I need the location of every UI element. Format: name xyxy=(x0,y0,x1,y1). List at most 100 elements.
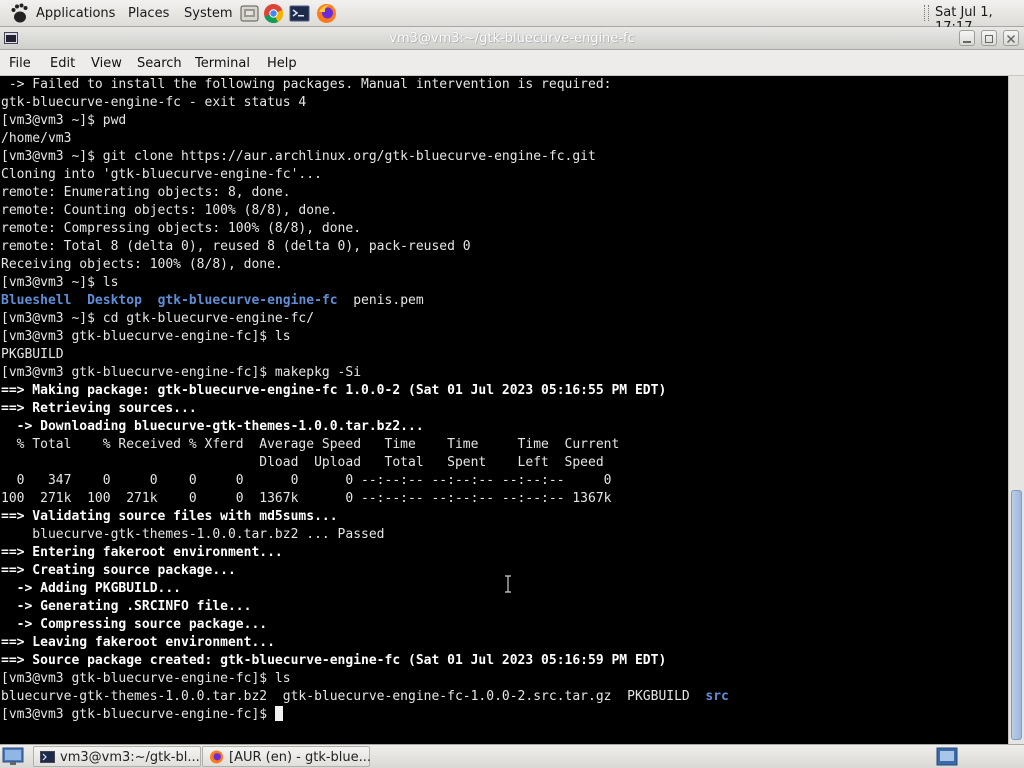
directory-name: gtk-bluecurve-engine-fc xyxy=(157,293,338,308)
terminal-line: -> Generating .SRCINFO file... xyxy=(1,598,729,616)
terminal-line: Receiving objects: 100% (8/8), done. xyxy=(1,256,729,274)
panel-handle[interactable] xyxy=(924,5,929,21)
menu-file[interactable]: File xyxy=(9,56,31,71)
terminal-line: ==> Validating source files with md5sums… xyxy=(1,508,729,526)
terminal-line: remote: Total 8 (delta 0), reused 8 (del… xyxy=(1,238,729,256)
terminal-line: remote: Counting objects: 100% (8/8), do… xyxy=(1,202,729,220)
text-cursor-ibeam-icon xyxy=(505,575,511,593)
terminal-line: ==> Leaving fakeroot environment... xyxy=(1,634,729,652)
minimize-icon xyxy=(963,41,971,43)
terminal-line: % Total % Received % Xferd Average Speed… xyxy=(1,436,729,454)
menu-search[interactable]: Search xyxy=(137,56,182,71)
terminal-line: remote: Compressing objects: 100% (8/8),… xyxy=(1,220,729,238)
terminal-line: -> Downloading bluecurve-gtk-themes-1.0.… xyxy=(1,418,729,436)
terminal-line: remote: Enumerating objects: 8, done. xyxy=(1,184,729,202)
terminal-text: [vm3@vm3 gtk-bluecurve-engine-fc]$ ls xyxy=(1,329,291,344)
system-menu[interactable]: System xyxy=(184,6,232,21)
terminal-line: PKGBUILD xyxy=(1,346,729,364)
menu-view[interactable]: View xyxy=(91,56,122,71)
terminal-line: ==> Entering fakeroot environment... xyxy=(1,544,729,562)
terminal-line: [vm3@vm3 ~]$ pwd xyxy=(1,112,729,130)
terminal-text: -> Compressing source package... xyxy=(1,617,268,632)
file-manager-icon[interactable] xyxy=(239,3,260,24)
taskbar-item-label: [AUR (en) - gtk-blue... xyxy=(229,750,372,765)
maximize-button[interactable] xyxy=(981,30,997,46)
top-panel: Applications Places System Sat Jul 1, 17… xyxy=(0,0,1024,35)
terminal-text: ==> Leaving fakeroot environment... xyxy=(1,635,275,650)
terminal-text: -> Downloading bluecurve-gtk-themes-1.0.… xyxy=(1,419,424,434)
window-titlebar[interactable]: vm3@vm3:~/gtk-bluecurve-engine-fc xyxy=(0,27,1024,50)
terminal-line: -> Adding PKGBUILD... xyxy=(1,580,729,598)
terminal-line: ==> Retrieving sources... xyxy=(1,400,729,418)
gnome-foot-icon[interactable] xyxy=(8,2,30,24)
terminal-area[interactable]: -> Failed to install the following packa… xyxy=(0,76,1008,744)
minimize-button[interactable] xyxy=(959,30,975,46)
close-button[interactable] xyxy=(1003,30,1019,46)
terminal-text: /home/vm3 xyxy=(1,131,72,146)
terminal-text: [vm3@vm3 gtk-bluecurve-engine-fc]$ ls xyxy=(1,671,291,686)
terminal-text: [vm3@vm3 ~]$ ls xyxy=(1,275,119,290)
places-menu[interactable]: Places xyxy=(128,6,169,21)
terminal-text: % Total % Received % Xferd Average Speed… xyxy=(1,437,620,452)
terminal-text: ==> Validating source files with md5sums… xyxy=(1,509,338,524)
terminal-text: ==> Source package created: gtk-bluecurv… xyxy=(1,653,667,668)
terminal-text: gtk-bluecurve-engine-fc - exit status 4 xyxy=(1,95,307,110)
terminal-text: 0 347 0 0 0 0 0 0 --:--:-- --:--:-- --:-… xyxy=(1,473,612,488)
terminal-text: remote: Counting objects: 100% (8/8), do… xyxy=(1,203,338,218)
menu-terminal[interactable]: Terminal xyxy=(195,56,250,71)
taskbar-item-label: vm3@vm3:~/gtk-bl... xyxy=(60,750,200,765)
terminal-text: [vm3@vm3 ~]$ pwd xyxy=(1,113,127,128)
workspace-switcher-icon[interactable] xyxy=(936,747,958,766)
terminal-line: Dload Upload Total Spent Left Speed xyxy=(1,454,729,472)
terminal-text: -> Failed to install the following packa… xyxy=(1,77,612,92)
close-icon xyxy=(1006,34,1016,44)
scrollbar-thumb[interactable] xyxy=(1011,490,1022,740)
vertical-scrollbar[interactable] xyxy=(1008,76,1024,744)
terminal-cursor xyxy=(274,706,283,721)
directory-name: Desktop xyxy=(87,293,142,308)
terminal-text: [vm3@vm3 ~]$ cd gtk-bluecurve-engine-fc/ xyxy=(1,311,315,326)
terminal-text: [vm3@vm3 gtk-bluecurve-engine-fc]$ makep… xyxy=(1,365,362,380)
terminal-icon[interactable] xyxy=(289,3,310,24)
terminal-line: Blueshell Desktop gtk-bluecurve-engine-f… xyxy=(1,292,729,310)
terminal-text: [vm3@vm3 ~]$ git clone https://aur.archl… xyxy=(1,149,596,164)
terminal-line: bluecurve-gtk-themes-1.0.0.tar.bz2 ... P… xyxy=(1,526,729,544)
terminal-line: [vm3@vm3 gtk-bluecurve-engine-fc]$ ls xyxy=(1,328,729,346)
chrome-icon[interactable] xyxy=(263,3,284,24)
terminal-text: ==> Making package: gtk-bluecurve-engine… xyxy=(1,383,667,398)
terminal-text: PKGBUILD xyxy=(1,347,64,362)
terminal-text: ==> Creating source package... xyxy=(1,563,236,578)
terminal-line: /home/vm3 xyxy=(1,130,729,148)
terminal-line: [vm3@vm3 gtk-bluecurve-engine-fc]$ makep… xyxy=(1,364,729,382)
terminal-text: penis.pem xyxy=(337,293,424,308)
window-title: vm3@vm3:~/gtk-bluecurve-engine-fc xyxy=(389,31,635,46)
show-desktop-icon[interactable] xyxy=(2,746,24,766)
menu-help[interactable]: Help xyxy=(267,56,297,71)
directory-name: src xyxy=(705,689,729,704)
terminal-line: 100 271k 100 271k 0 0 1367k 0 --:--:-- -… xyxy=(1,490,729,508)
terminal-text: remote: Enumerating objects: 8, done. xyxy=(1,185,291,200)
terminal-text: -> Adding PKGBUILD... xyxy=(1,581,182,596)
terminal-text: remote: Total 8 (delta 0), reused 8 (del… xyxy=(1,239,471,254)
taskbar-item-firefox[interactable]: [AUR (en) - gtk-blue... xyxy=(202,746,372,767)
terminal-text: 100 271k 100 271k 0 0 1367k 0 --:--:-- -… xyxy=(1,491,612,506)
terminal-line: ==> Creating source package... xyxy=(1,562,729,580)
bottom-panel: vm3@vm3:~/gtk-bl... [AUR (en) - gtk-blue… xyxy=(0,744,1024,768)
terminal-line: [vm3@vm3 gtk-bluecurve-engine-fc]$ ls xyxy=(1,670,729,688)
terminal-text: [vm3@vm3 gtk-bluecurve-engine-fc]$ xyxy=(1,707,275,722)
menu-edit[interactable]: Edit xyxy=(50,56,75,71)
terminal-text: bluecurve-gtk-themes-1.0.0.tar.bz2 ... P… xyxy=(1,527,385,542)
terminal-text: ==> Entering fakeroot environment... xyxy=(1,545,283,560)
terminal-text: ==> Retrieving sources... xyxy=(1,401,197,416)
terminal-text: Cloning into 'gtk-bluecurve-engine-fc'..… xyxy=(1,167,322,182)
terminal-text: -> Generating .SRCINFO file... xyxy=(1,599,252,614)
firefox-icon[interactable] xyxy=(316,3,337,24)
terminal-text: remote: Compressing objects: 100% (8/8),… xyxy=(1,221,362,236)
menubar: File Edit View Search Terminal Help xyxy=(0,50,1024,76)
terminal-text: bluecurve-gtk-themes-1.0.0.tar.bz2 gtk-b… xyxy=(1,689,706,704)
taskbar-item-terminal[interactable]: vm3@vm3:~/gtk-bl... xyxy=(33,746,201,767)
maximize-icon xyxy=(985,35,993,43)
applications-menu[interactable]: Applications xyxy=(36,6,115,21)
terminal-line: [vm3@vm3 ~]$ cd gtk-bluecurve-engine-fc/ xyxy=(1,310,729,328)
